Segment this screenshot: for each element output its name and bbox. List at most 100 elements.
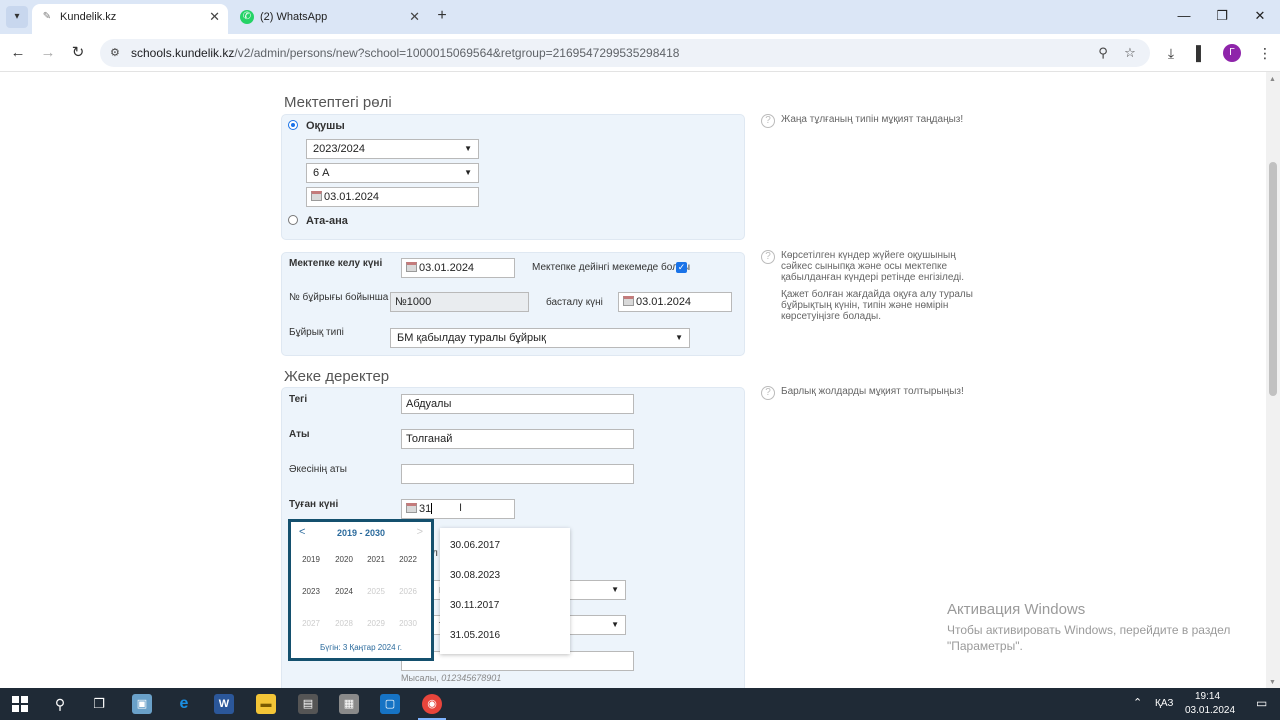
chevron-down-icon: ▼ <box>464 168 472 177</box>
patronymic-input[interactable] <box>401 464 634 484</box>
browser-toolbar: ← → ↻ ⚙ schools.kundelik.kz/v2/admin/per… <box>0 34 1280 72</box>
reload-icon[interactable]: ↻ <box>67 42 89 64</box>
windows-activation-watermark: Активация Windows Чтобы активировать Win… <box>947 601 1231 653</box>
year-cell[interactable]: 2023 <box>295 587 327 596</box>
new-tab-icon[interactable]: + <box>432 6 452 26</box>
word-app-icon[interactable]: W <box>214 694 234 714</box>
clock-time[interactable]: 19:14 <box>1195 691 1220 702</box>
bookmark-star-icon[interactable]: ☆ <box>1122 45 1138 61</box>
chevron-down-icon: ▼ <box>611 585 619 594</box>
year-cell[interactable]: 2020 <box>328 555 360 564</box>
section-title-role: Мектептегі рөлі <box>284 94 392 111</box>
autocomplete-item[interactable]: 30.06.2017 <box>450 540 500 551</box>
datepicker-today[interactable]: Бүгін: 3 Қаңтар 2024 г. <box>291 643 431 652</box>
parent-radio[interactable] <box>288 215 298 225</box>
start-date-input[interactable]: 03.01.2024 <box>618 292 732 312</box>
keyboard-language[interactable]: ҚАЗ <box>1155 698 1173 709</box>
birth-date-input[interactable]: 31 <box>401 499 515 519</box>
app-icon[interactable]: ▦ <box>339 694 359 714</box>
autocomplete-item[interactable]: 31.05.2016 <box>450 630 500 641</box>
birth-date-label: Туған күні <box>289 499 339 510</box>
windows-taskbar: ⚲ ❐ ▣ e W ▬ ▤ ▦ ▢ ◉ ⌃ ҚАЗ 19:14 03.01.20… <box>0 688 1280 720</box>
patronymic-label: Әкесінің аты <box>289 464 347 475</box>
tab-kundelik[interactable]: ✎ Kundelik.kz ✕ <box>32 4 228 34</box>
side-panel-icon[interactable]: ▌ <box>1191 43 1211 63</box>
year-cell[interactable]: 2029 <box>360 619 392 628</box>
class-select[interactable]: 6 А ▼ <box>306 163 479 183</box>
store-app-icon[interactable]: ▤ <box>298 694 318 714</box>
year-cell[interactable]: 2027 <box>295 619 327 628</box>
question-icon: ? <box>761 114 775 128</box>
windows-start-icon[interactable] <box>10 694 30 714</box>
minimize-icon[interactable]: — <box>1166 6 1202 26</box>
tab-whatsapp[interactable]: ✆ (2) WhatsApp ✕ <box>232 4 428 34</box>
order-number-input[interactable]: №1000 <box>390 292 529 312</box>
forward-icon[interactable]: → <box>37 42 59 64</box>
notifications-icon[interactable]: ▭ <box>1256 696 1267 710</box>
scrollbar-thumb[interactable] <box>1269 162 1277 396</box>
chevron-down-icon: ▼ <box>611 620 619 629</box>
back-icon[interactable]: ← <box>7 42 29 64</box>
year-cell[interactable]: 2024 <box>328 587 360 596</box>
student-radio[interactable] <box>288 120 298 130</box>
year-cell[interactable]: 2019 <box>295 555 327 564</box>
restore-icon[interactable]: ❐ <box>1204 6 1240 26</box>
zoom-icon[interactable]: ⚲ <box>1095 45 1111 61</box>
year-cell[interactable]: 2028 <box>328 619 360 628</box>
next-range-icon[interactable]: > <box>417 526 423 538</box>
surname-input[interactable]: Абдуалы <box>401 394 634 414</box>
preschool-checkbox[interactable]: ✓ <box>676 262 687 273</box>
question-icon: ? <box>761 250 775 264</box>
page-scrollbar[interactable]: ▲ ▼ <box>1266 72 1280 688</box>
chrome-browser-icon[interactable]: ◉ <box>418 694 446 720</box>
order-number-label: № бұйрығы бойынша <box>289 292 389 303</box>
profile-avatar[interactable]: Г <box>1223 44 1241 62</box>
browser-tab-strip: ▾ ✎ Kundelik.kz ✕ ✆ (2) WhatsApp ✕ + — ❐… <box>0 0 1280 34</box>
scroll-up-icon[interactable]: ▲ <box>1269 76 1276 83</box>
year-cell[interactable]: 2022 <box>392 555 424 564</box>
calendar-icon <box>623 296 634 306</box>
tab-title: Kundelik.kz <box>60 11 117 23</box>
order-type-label: Бұйрық типі <box>289 327 344 338</box>
name-input[interactable]: Толганай <box>401 429 634 449</box>
address-bar[interactable]: ⚙ schools.kundelik.kz/v2/admin/persons/n… <box>100 39 1150 67</box>
tab-search-icon[interactable]: ▾ <box>6 6 28 28</box>
help-personal: ? Барлық жолдарды мұқият толтырыңыз! <box>761 386 981 403</box>
year-cell[interactable]: 2026 <box>392 587 424 596</box>
role-date-input[interactable]: 03.01.2024 <box>306 187 479 207</box>
autocomplete-item[interactable]: 30.08.2023 <box>450 570 500 581</box>
task-view-icon[interactable]: ❐ <box>89 694 109 714</box>
arrival-date-label: Мектепке келу күні <box>289 258 383 269</box>
preschool-label: Мектепке дейінгі мекемеде болуы <box>532 262 691 273</box>
file-explorer-icon[interactable]: ▬ <box>256 694 276 714</box>
more-menu-icon[interactable]: ⋮ <box>1255 43 1275 63</box>
close-tab-icon[interactable]: ✕ <box>209 4 220 30</box>
calendar-icon <box>406 262 417 272</box>
search-icon[interactable]: ⚲ <box>50 694 70 714</box>
close-tab-icon[interactable]: ✕ <box>409 4 420 30</box>
surname-label: Тегі <box>289 394 308 405</box>
clock-date[interactable]: 03.01.2024 <box>1185 705 1235 716</box>
photos-app-icon[interactable]: ▣ <box>132 694 152 714</box>
close-window-icon[interactable]: ✕ <box>1242 6 1278 26</box>
download-icon[interactable]: ⤓ <box>1161 43 1181 63</box>
site-info-icon[interactable]: ⚙ <box>110 46 124 60</box>
url-text[interactable]: schools.kundelik.kz/v2/admin/persons/new… <box>131 46 679 60</box>
autocomplete-item[interactable]: 30.11.2017 <box>450 600 499 611</box>
question-icon: ? <box>761 386 775 400</box>
tray-chevron-up-icon[interactable]: ⌃ <box>1133 696 1142 709</box>
scroll-down-icon[interactable]: ▼ <box>1269 679 1276 686</box>
year-cell[interactable]: 2025 <box>360 587 392 596</box>
year-cell[interactable]: 2030 <box>392 619 424 628</box>
order-type-select[interactable]: БМ қабылдау туралы бұйрық ▼ <box>390 328 690 348</box>
section-title-personal: Жеке деректер <box>284 368 390 385</box>
start-date-label: басталу күні <box>546 297 603 308</box>
edge-browser-icon[interactable]: e <box>174 694 194 714</box>
remote-app-icon[interactable]: ▢ <box>380 694 400 714</box>
arrival-date-input[interactable]: 03.01.2024 <box>401 258 515 278</box>
datepicker-range[interactable]: 2019 - 2030 <box>291 528 431 538</box>
chevron-down-icon: ▼ <box>464 144 472 153</box>
phone-input[interactable] <box>401 651 634 671</box>
year-select[interactable]: 2023/2024 ▼ <box>306 139 479 159</box>
year-cell[interactable]: 2021 <box>360 555 392 564</box>
